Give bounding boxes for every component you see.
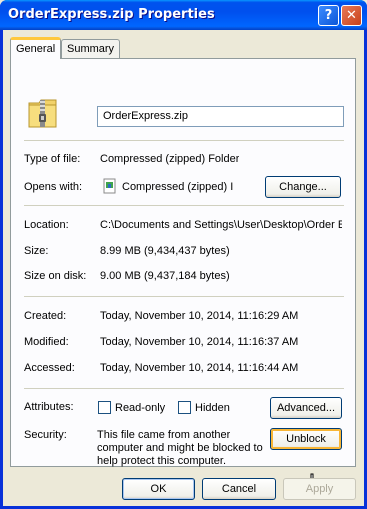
security-text-line1: This file came from another — [97, 429, 231, 441]
separator — [24, 388, 344, 389]
size-value: 8.99 MB (9,434,437 bytes) — [100, 245, 230, 257]
tab-general[interactable]: General — [10, 37, 62, 59]
tab-summary[interactable]: Summary — [61, 39, 121, 59]
compressed-folder-app-icon — [103, 178, 116, 194]
location-value: C:\Documents and Settings\User\Desktop\O… — [100, 219, 342, 231]
advanced-button[interactable]: Advanced... — [270, 397, 342, 419]
readonly-label[interactable]: Read-only — [115, 402, 165, 414]
cancel-button[interactable]: Cancel — [202, 478, 276, 500]
separator — [24, 205, 344, 206]
help-button[interactable]: ? — [318, 5, 339, 26]
size-on-disk-value: 9.00 MB (9,437,184 bytes) — [100, 270, 230, 282]
security-label: Security: — [24, 429, 67, 441]
security-text-line2: computer and might be blocked to — [97, 442, 263, 454]
window-title: OrderExpress.zip Properties — [8, 7, 215, 22]
apply-button[interactable]: Apply — [283, 478, 356, 500]
security-text-line3: help protect this computer. — [97, 455, 227, 467]
properties-window: OrderExpress.zip Properties ? ✕ General … — [0, 0, 367, 509]
size-label: Size: — [24, 245, 49, 257]
modified-label: Modified: — [24, 336, 69, 348]
file-name-input[interactable]: OrderExpress.zip — [97, 106, 344, 127]
general-panel: OrderExpress.zip Type of file: Compresse… — [10, 58, 356, 495]
change-button[interactable]: Change... — [265, 176, 341, 198]
type-value: Compressed (zipped) Folder — [100, 153, 240, 165]
zip-folder-icon — [28, 99, 57, 128]
type-label: Type of file: — [24, 153, 81, 165]
hidden-label[interactable]: Hidden — [195, 402, 230, 414]
separator — [24, 140, 344, 141]
created-label: Created: — [24, 310, 67, 322]
opens-with-label: Opens with: — [24, 181, 83, 193]
hidden-checkbox[interactable] — [178, 401, 191, 414]
readonly-checkbox[interactable] — [98, 401, 111, 414]
attributes-label: Attributes: — [24, 401, 74, 413]
modified-value: Today, November 10, 2014, 11:16:37 AM — [100, 336, 299, 348]
title-bar[interactable]: OrderExpress.zip Properties ? ✕ — [0, 0, 367, 30]
location-label: Location: — [24, 219, 69, 231]
separator — [24, 296, 344, 297]
close-button[interactable]: ✕ — [341, 5, 362, 26]
dialog-body: General Summary OrderExpress.zip Type of… — [3, 30, 364, 506]
ok-button[interactable]: OK — [122, 478, 195, 500]
opens-with-value: Compressed (zipped) I — [122, 181, 234, 193]
accessed-value: Today, November 10, 2014, 11:16:44 AM — [100, 362, 299, 374]
unblock-button[interactable]: Unblock — [270, 428, 342, 450]
created-value: Today, November 10, 2014, 11:16:29 AM — [100, 310, 299, 322]
accessed-label: Accessed: — [24, 362, 75, 374]
size-on-disk-label: Size on disk: — [24, 270, 87, 282]
